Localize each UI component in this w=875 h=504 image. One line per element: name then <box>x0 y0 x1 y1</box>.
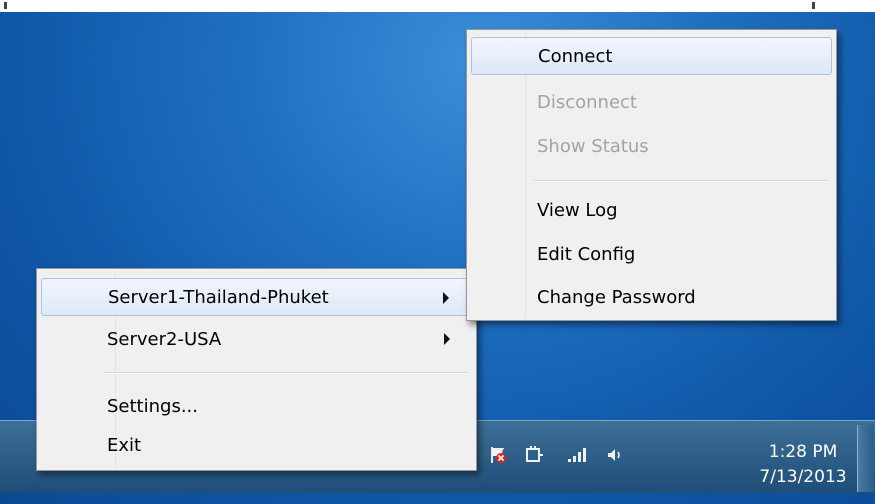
menu-item-edit-config[interactable]: Edit Config <box>471 235 832 273</box>
clock-time: 1:28 PM <box>768 442 838 462</box>
menu-separator <box>103 372 468 374</box>
taskbar-clock[interactable]: 1:28 PM 7/13/2013 <box>743 440 863 490</box>
menu-item-label: Settings... <box>107 395 198 417</box>
menu-item-label: Show Status <box>537 135 649 157</box>
menu-item-server1[interactable]: Server1-Thailand-Phuket <box>41 278 472 316</box>
clock-date: 7/13/2013 <box>759 467 847 487</box>
menu-item-change-password[interactable]: Change Password <box>471 278 832 316</box>
menu-item-label: Exit <box>107 434 142 456</box>
server-actions-submenu: Connect Disconnect Show Status View Log … <box>466 29 837 321</box>
menu-item-label: Server2-USA <box>107 328 222 350</box>
menu-item-connect[interactable]: Connect <box>471 37 832 75</box>
menu-item-label: Change Password <box>537 286 696 308</box>
menu-item-server2[interactable]: Server2-USA <box>41 320 472 358</box>
power-plug-icon[interactable] <box>523 445 545 465</box>
submenu-arrow-icon <box>443 292 449 304</box>
volume-icon[interactable] <box>604 445 626 465</box>
server-context-menu: Server1-Thailand-Phuket Server2-USA Sett… <box>36 268 477 471</box>
menu-item-disconnect[interactable]: Disconnect <box>471 83 832 121</box>
menu-item-label: Server1-Thailand-Phuket <box>108 286 329 308</box>
menu-separator <box>533 180 828 182</box>
menu-item-label: View Log <box>537 199 618 221</box>
menu-item-label: Connect <box>538 45 613 67</box>
submenu-arrow-icon <box>444 333 450 345</box>
action-center-flag-icon[interactable] <box>487 445 509 465</box>
corner-mark-left <box>2 0 10 12</box>
menu-item-settings[interactable]: Settings... <box>41 387 472 425</box>
menu-item-label: Edit Config <box>537 243 636 265</box>
menu-item-view-log[interactable]: View Log <box>471 191 832 229</box>
show-desktop-button[interactable] <box>857 425 874 492</box>
corner-mark-right <box>810 0 818 12</box>
menu-item-show-status[interactable]: Show Status <box>471 127 832 165</box>
menu-item-exit[interactable]: Exit <box>41 426 472 464</box>
menu-item-label: Disconnect <box>537 91 637 113</box>
signal-bars-icon[interactable] <box>567 445 589 465</box>
